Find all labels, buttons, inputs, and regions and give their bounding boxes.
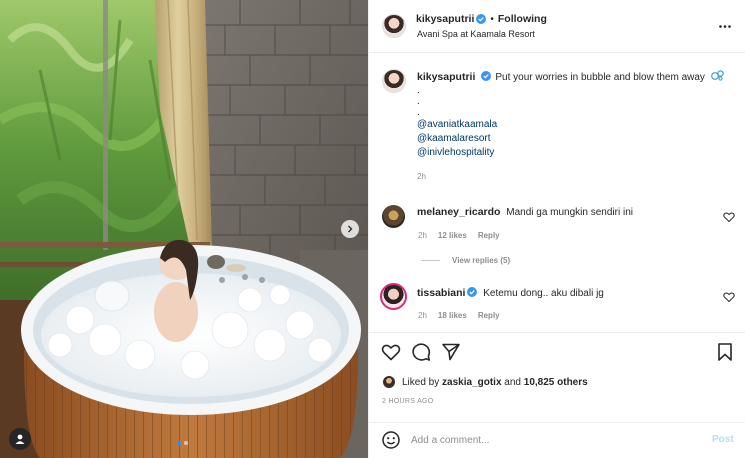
commenter-avatar[interactable] [382,205,405,228]
comment-time[interactable]: 2h [418,311,427,320]
comment-icon[interactable] [411,342,431,362]
location-link[interactable]: Avani Spa at Kaamala Resort [417,29,535,39]
user-tag-icon [15,434,25,444]
caption-dot: . [417,107,420,118]
caption-time[interactable]: 2h [417,172,426,181]
post-side-panel: kikysaputrii • Following Avani Spa at Ka… [368,0,745,458]
bookmark-icon[interactable] [715,342,735,362]
photo-scene [0,0,368,458]
caption-text: Put your worries in bubble and blow them… [495,72,705,83]
header-separator: • [490,13,494,25]
likes-others-link[interactable]: 10,825 others [524,377,588,388]
caption-dot: . [417,96,420,107]
post-header: kikysaputrii • Following Avani Spa at Ka… [369,0,745,53]
liker-avatar[interactable] [382,375,396,389]
post-image[interactable] [0,0,368,458]
verified-badge-icon [476,14,487,24]
liked-by-conjunction: and [504,376,521,388]
comment-like-button[interactable] [723,211,735,223]
caption-dot: . [417,85,420,96]
caption-text-block: kikysaputrii Put your worries in bubble a… [417,70,737,184]
caption-username[interactable]: kikysaputrii [417,71,475,83]
author-avatar[interactable] [382,14,406,38]
comment-likes[interactable]: 18 likes [438,311,467,320]
comment-username[interactable]: melaney_ricardo [417,206,500,218]
view-replies-label: View replies (5) [452,256,511,265]
heart-icon[interactable] [381,342,401,362]
commenter-avatar[interactable] [380,283,407,310]
comment-time[interactable]: 2h [418,231,427,240]
comment-username[interactable]: tissabiani [417,287,465,299]
post-comment-button[interactable]: Post [712,434,734,445]
mention-link[interactable]: @inivlehospitality [417,146,737,160]
comment-text: Ketemu dong.. aku dibali jg [483,288,604,299]
next-image-button[interactable] [341,220,359,238]
liker-username[interactable]: zaskia_gotix [442,377,501,388]
comment-likes[interactable]: 12 likes [438,231,467,240]
comment-composer: Post [369,422,745,458]
view-replies-line [421,260,440,261]
verified-badge-icon [481,71,492,81]
following-button[interactable]: Following [498,13,547,25]
carousel-dot [184,441,188,445]
more-icon [719,24,731,28]
comment-text: Mandi ga mungkin sendiri ini [506,207,633,218]
comment-input[interactable] [411,432,691,448]
reply-button[interactable]: Reply [478,311,500,320]
carousel-dot-active [177,441,181,445]
more-options-button[interactable] [717,19,733,33]
user-tags-button[interactable] [9,428,31,450]
carousel-indicator [177,441,188,445]
emoji-icon[interactable] [381,430,401,450]
chevron-right-icon [348,225,353,233]
post-actions: Liked by zaskia_gotix and 10,825 others … [369,332,745,422]
verified-badge-icon [467,287,478,297]
author-username[interactable]: kikysaputrii [416,13,474,25]
reply-button[interactable]: Reply [478,231,500,240]
view-replies-button[interactable]: View replies (5) [421,256,510,265]
caption-avatar[interactable] [382,69,406,93]
liked-by-prefix: Liked by [402,376,440,388]
share-icon[interactable] [441,342,461,362]
comment-like-button[interactable] [723,291,735,303]
post-timestamp[interactable]: 2 HOURS AGO [382,398,434,405]
likes-summary: Liked by zaskia_gotix and 10,825 others [382,375,588,389]
bubble-emoji-icon [710,70,724,81]
mention-link[interactable]: @kaamalaresort [417,132,737,146]
mention-link[interactable]: @avaniatkaamala [417,118,737,132]
